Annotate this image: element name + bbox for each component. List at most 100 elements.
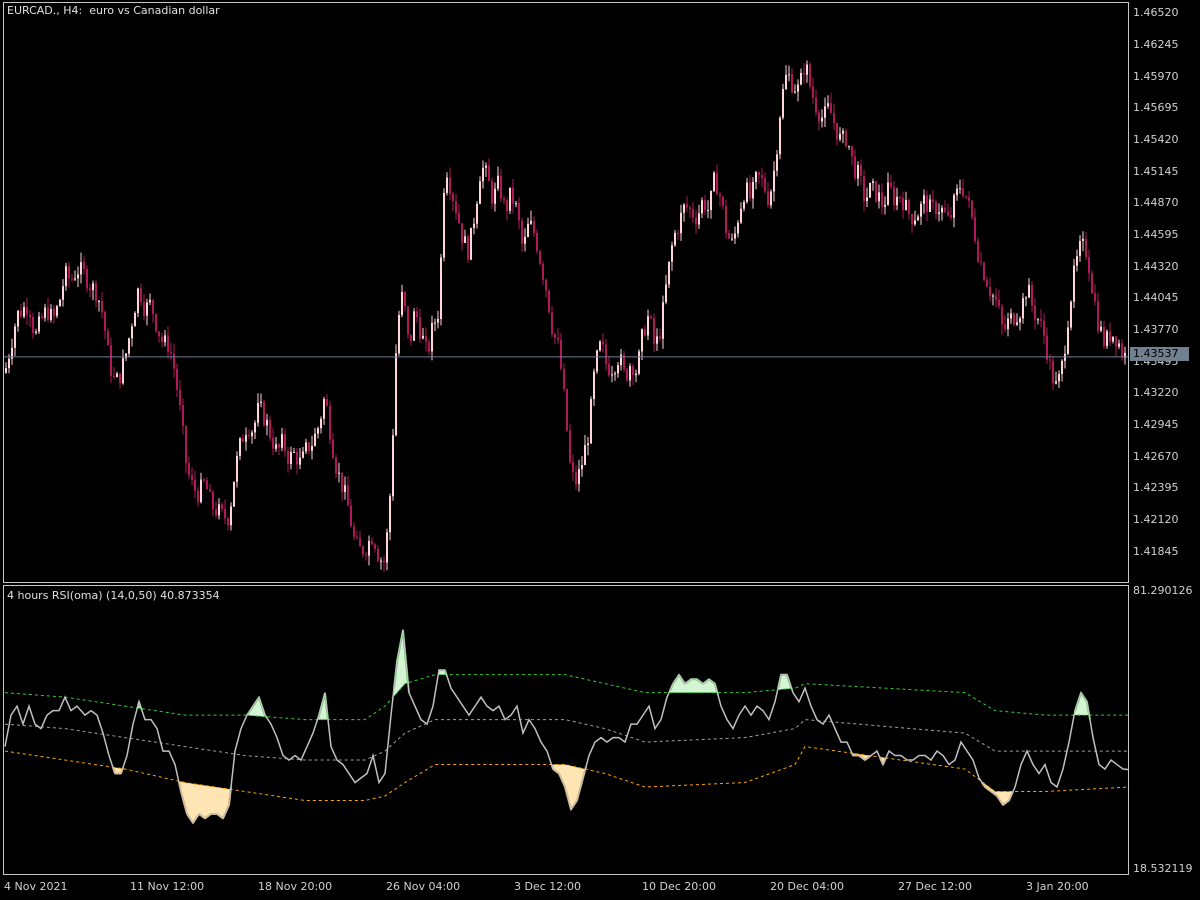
candle-body [740, 208, 742, 223]
candle-body [113, 375, 115, 377]
candle-body [1079, 240, 1081, 257]
candle-body [872, 181, 874, 183]
candle-body [53, 308, 55, 316]
candle-body [857, 164, 859, 179]
candle-body [797, 84, 799, 92]
candle-body [326, 399, 328, 406]
candle-body [1067, 327, 1069, 354]
candle-body [779, 117, 781, 155]
candle-body [884, 204, 886, 207]
candle-body [677, 232, 679, 234]
candle-body [566, 389, 568, 431]
candle-body [218, 504, 220, 516]
rsi-line [4, 629, 1130, 825]
candle-body [335, 457, 337, 474]
candle-body [23, 307, 25, 317]
candle-body [158, 331, 160, 337]
candle-body [119, 373, 121, 384]
candle-body [212, 491, 214, 510]
candle-body [635, 373, 637, 376]
candle-body [365, 554, 367, 556]
price-axis-label: 1.43770 [1133, 323, 1179, 337]
candle-body [521, 220, 523, 244]
candle-body [1007, 318, 1009, 330]
candle-body [977, 241, 979, 262]
candle-body [284, 434, 286, 451]
price-axis-label: 1.42120 [1133, 513, 1179, 527]
candle-body [65, 266, 67, 287]
candle-body [191, 475, 193, 480]
candle-body [302, 451, 304, 458]
candle-body [686, 204, 688, 208]
candle-body [518, 203, 520, 221]
candle-body [656, 336, 658, 344]
candle-body [62, 286, 64, 300]
candle-body [254, 422, 256, 433]
candle-body [371, 540, 373, 545]
price-axis-label: 1.42945 [1133, 418, 1179, 432]
candle-body [569, 430, 571, 462]
candle-body [440, 257, 442, 320]
candle-body [479, 181, 481, 204]
main-chart-title: EURCAD., H4: euro vs Canadian dollar [7, 4, 220, 17]
time-axis-label: 18 Nov 20:00 [258, 880, 333, 893]
candle-body [200, 479, 202, 502]
chart-canvas [4, 60, 1130, 825]
candle-body [176, 368, 178, 390]
candle-body [236, 455, 238, 482]
candle-body [377, 548, 379, 562]
candle-body [140, 288, 142, 303]
candle-body [410, 334, 412, 341]
candle-body [20, 310, 22, 317]
candle-body [59, 299, 61, 307]
candle-body [536, 233, 538, 252]
candle-body [803, 72, 805, 75]
candle-body [923, 195, 925, 204]
candle-body [764, 177, 766, 192]
current-price-tag: 1.43537 [1130, 347, 1189, 361]
candle-body [1016, 322, 1018, 325]
price-axis-label: 1.45970 [1133, 69, 1179, 83]
candle-body [308, 442, 310, 451]
candle-body [413, 311, 415, 341]
price-axis-label: 1.44320 [1133, 259, 1179, 273]
candle-body [575, 472, 577, 485]
candle-body [299, 457, 301, 465]
candle-body [515, 203, 517, 205]
candle-body [572, 461, 574, 473]
candle-body [1010, 313, 1012, 319]
candle-body [443, 192, 445, 258]
candle-body [581, 465, 583, 470]
candle-body [1100, 326, 1102, 331]
candle-body [461, 223, 463, 243]
candle-body [506, 200, 508, 211]
candle-body [287, 450, 289, 464]
candle-body [221, 504, 223, 509]
candle-body [404, 291, 406, 307]
candle-body [482, 167, 484, 182]
candle-body [251, 432, 253, 437]
candle-body [755, 172, 757, 183]
candle-body [911, 213, 913, 225]
candle-body [1025, 297, 1027, 299]
candle-body [842, 130, 844, 134]
candle-body [242, 438, 244, 442]
candle-body [503, 198, 505, 201]
candle-body [323, 399, 325, 419]
candle-body [317, 428, 319, 434]
candle-body [1097, 301, 1099, 331]
candle-body [710, 190, 712, 211]
candle-body [14, 326, 16, 348]
candle-body [149, 299, 151, 303]
candle-body [917, 216, 919, 221]
candle-body [554, 334, 556, 338]
candle-body [467, 236, 469, 260]
candle-body [824, 106, 826, 118]
time-axis-label: 3 Jan 20:00 [1026, 880, 1089, 893]
candle-body [770, 191, 772, 206]
candle-body [1022, 298, 1024, 319]
candle-body [590, 399, 592, 444]
candle-body [605, 344, 607, 364]
candle-body [188, 463, 190, 476]
candle-body [197, 490, 199, 502]
